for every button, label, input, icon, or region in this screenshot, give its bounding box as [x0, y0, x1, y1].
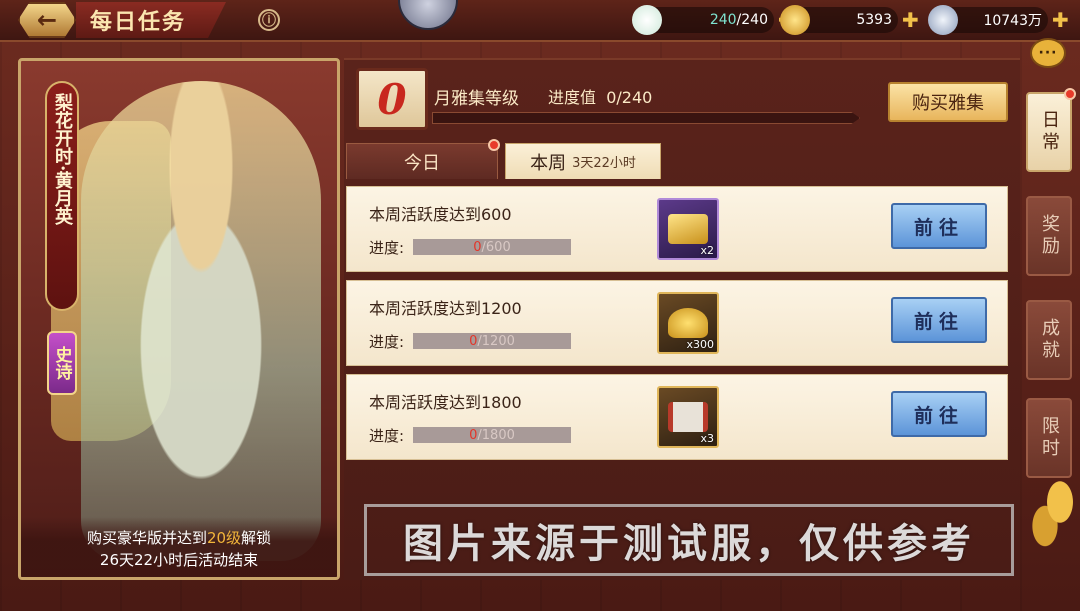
- hero-name-banner: 梨花开时·黄月英: [45, 81, 79, 311]
- side-tab-rewards[interactable]: 奖励: [1026, 196, 1072, 276]
- task-title: 本周活跃度达到1800: [369, 393, 522, 412]
- unlock-text: 购买豪华版并达到20级解锁: [86, 529, 272, 547]
- page-title-plate: 每日任务: [76, 2, 226, 38]
- resource-stamina: 240 /240 ✚: [632, 5, 795, 35]
- reward-quantity: x300: [686, 338, 714, 351]
- add-coin-button[interactable]: ✚: [1052, 10, 1069, 30]
- watermark: 图片来源于测试服，仅供参考: [364, 504, 1014, 576]
- resource-coin-pill: 10743万: [928, 5, 1048, 35]
- event-countdown: 26天22小时后活动结束: [99, 551, 259, 569]
- daily-notification-dot: [1064, 88, 1076, 100]
- info-icon[interactable]: ⓘ: [258, 9, 280, 31]
- task-title: 本周活跃度达到600: [369, 205, 512, 224]
- resource-gold-pill: 5393: [780, 5, 898, 35]
- hero-portrait: [81, 81, 321, 561]
- reward-slot[interactable]: x2: [657, 198, 719, 260]
- level-badge: 0: [356, 68, 428, 130]
- bun-icon: [632, 5, 662, 35]
- hero-name: 梨花开时·黄月英: [52, 93, 73, 226]
- page-title: 每日任务: [90, 9, 187, 35]
- go-button[interactable]: 前往: [891, 297, 987, 343]
- coin-icon: [928, 5, 958, 35]
- today-notification-dot: [488, 139, 500, 151]
- scroll-icon: [668, 402, 708, 432]
- add-gold-button[interactable]: ✚: [902, 10, 919, 30]
- chat-icon[interactable]: ···: [1030, 38, 1066, 68]
- side-tab-achievements[interactable]: 成就: [1026, 300, 1072, 380]
- tab-week[interactable]: 本周 3天22小时: [505, 143, 661, 179]
- level-progress: 进度值 0/240: [548, 88, 653, 107]
- level-label: 月雅集等级: [434, 89, 519, 109]
- go-button[interactable]: 前往: [891, 391, 987, 437]
- week-timer: 3天22小时: [572, 156, 636, 171]
- buy-button[interactable]: 购买雅集: [888, 82, 1008, 122]
- side-tab-daily[interactable]: 日常: [1026, 92, 1072, 172]
- reward-slot[interactable]: x3: [657, 386, 719, 448]
- level-value: 0: [377, 74, 407, 124]
- resource-coin: 10743万 ✚: [928, 5, 1069, 35]
- back-button[interactable]: ←: [8, 0, 86, 40]
- resource-stamina-pill: 240 /240: [632, 5, 774, 35]
- rarity-badge: 史诗: [47, 331, 77, 395]
- reward-slot[interactable]: x300: [657, 292, 719, 354]
- tab-today[interactable]: 今日: [346, 143, 498, 179]
- hero-footer: 购买豪华版并达到20级解锁 26天22小时后活动结束: [21, 517, 337, 577]
- level-progress-bar: [432, 112, 860, 124]
- task-progress-bar: 0/1800: [413, 427, 571, 443]
- rarity-label: 史诗: [51, 346, 72, 380]
- reward-quantity: x2: [700, 244, 714, 257]
- resource-gold: 5393 ✚: [780, 5, 919, 35]
- task-row: 本周活跃度达到1200 进度: 0/1200 x300 前往: [346, 280, 1008, 366]
- ingot-icon: [668, 308, 708, 338]
- task-progress-label: 进度:: [369, 427, 405, 445]
- go-button[interactable]: 前往: [891, 203, 987, 249]
- watermark-text: 图片来源于测试服，仅供参考: [403, 521, 975, 567]
- side-tab-limited[interactable]: 限时: [1026, 398, 1072, 478]
- task-progress-label: 进度:: [369, 333, 405, 351]
- gold-bar-icon: [668, 214, 708, 244]
- task-progress-bar: 0/1200: [413, 333, 571, 349]
- hero-panel[interactable]: 梨花开时·黄月英 史诗 购买豪华版并达到20级解锁 26天22小时后活动结束: [18, 58, 340, 580]
- leaf-decoration: [1030, 470, 1080, 550]
- reward-quantity: x3: [700, 432, 714, 445]
- task-title: 本周活跃度达到1200: [369, 299, 522, 318]
- back-arrow-icon: ←: [18, 2, 76, 38]
- task-progress-label: 进度:: [369, 239, 405, 257]
- task-progress-bar: 0/600: [413, 239, 571, 255]
- ingot-icon: [780, 5, 810, 35]
- task-row: 本周活跃度达到600 进度: 0/600 x2 前往: [346, 186, 1008, 272]
- task-row: 本周活跃度达到1800 进度: 0/1800 x3 前往: [346, 374, 1008, 460]
